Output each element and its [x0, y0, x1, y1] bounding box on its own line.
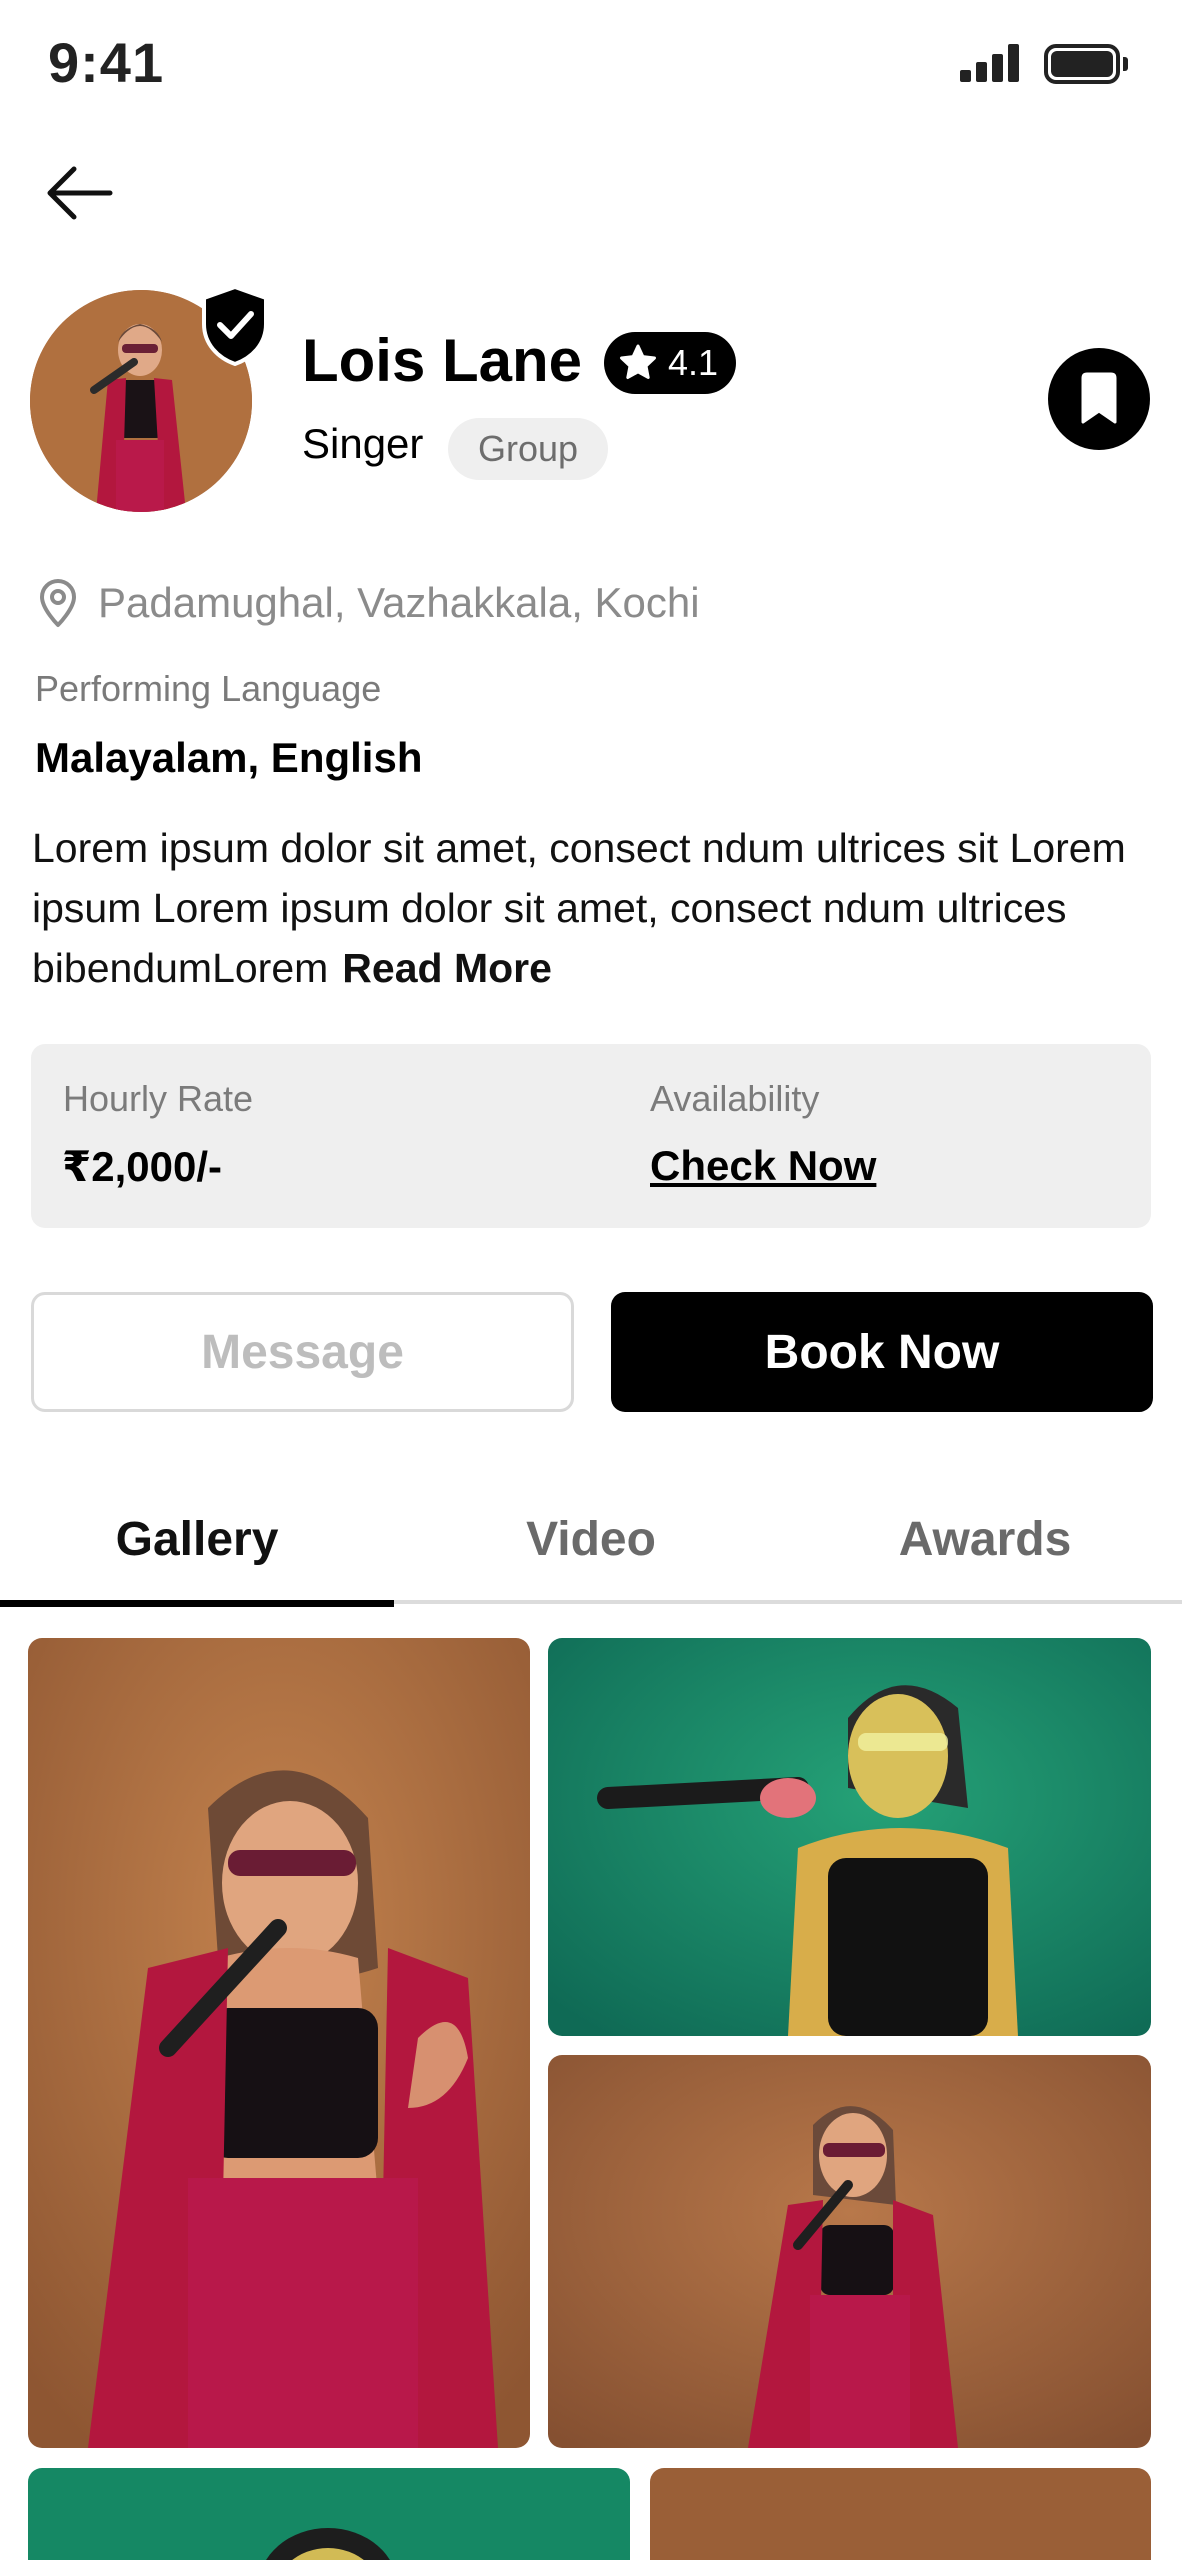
- profile-tag-chip: Group: [448, 418, 609, 480]
- message-button[interactable]: Message: [31, 1292, 574, 1412]
- description-text: Lorem ipsum dolor sit amet, consect ndum…: [32, 825, 1126, 991]
- signal-icon: [960, 44, 1020, 82]
- availability-label: Availability: [650, 1078, 820, 1119]
- tab-video[interactable]: Video: [394, 1470, 788, 1608]
- book-now-button[interactable]: Book Now: [611, 1292, 1153, 1412]
- shield-check-icon: [202, 284, 268, 366]
- rating-value: 4.1: [668, 342, 719, 383]
- hourly-rate-value: ₹2,000/-: [62, 1143, 222, 1190]
- battery-icon: [1044, 44, 1128, 84]
- language-value: Malayalam, English: [35, 734, 423, 781]
- profile-role: Singer: [302, 420, 424, 467]
- profile-name: Lois Lane: [302, 327, 583, 394]
- back-button[interactable]: [40, 160, 122, 226]
- status-bar: 9:41: [0, 0, 1182, 130]
- active-tab-indicator: [0, 1600, 394, 1607]
- rate-availability-card: Hourly Rate ₹2,000/- Availability Check …: [31, 1044, 1151, 1228]
- profile-tabs: Gallery Video Awards: [0, 1470, 1182, 1608]
- location-text: Padamughal, Vazhakkala, Kochi: [98, 579, 700, 626]
- gallery-photo[interactable]: [650, 2468, 1151, 2560]
- bookmark-button[interactable]: [1048, 348, 1150, 450]
- check-availability-link[interactable]: Check Now: [650, 1142, 876, 1190]
- star-icon: [620, 344, 656, 379]
- rating-badge: 4.1: [604, 332, 737, 394]
- hourly-rate-label: Hourly Rate: [63, 1078, 254, 1119]
- location-row: Padamughal, Vazhakkala, Kochi: [36, 578, 700, 628]
- profile-description: Lorem ipsum dolor sit amet, consect ndum…: [32, 818, 1162, 998]
- arrow-left-icon: [47, 166, 113, 220]
- tab-awards[interactable]: Awards: [788, 1470, 1182, 1608]
- map-pin-icon: [40, 579, 76, 627]
- gallery-photo[interactable]: [548, 2055, 1151, 2448]
- gallery-photo[interactable]: [28, 2468, 630, 2560]
- tab-gallery[interactable]: Gallery: [0, 1470, 394, 1608]
- gallery-photo[interactable]: [28, 1638, 530, 2448]
- bookmark-icon: [1081, 372, 1117, 424]
- read-more-link[interactable]: Read More: [342, 945, 552, 991]
- gallery-photo[interactable]: [548, 1638, 1151, 2036]
- status-time: 9:41: [48, 31, 165, 94]
- language-label: Performing Language: [35, 668, 382, 709]
- profile-avatar-wrapper: [30, 284, 268, 514]
